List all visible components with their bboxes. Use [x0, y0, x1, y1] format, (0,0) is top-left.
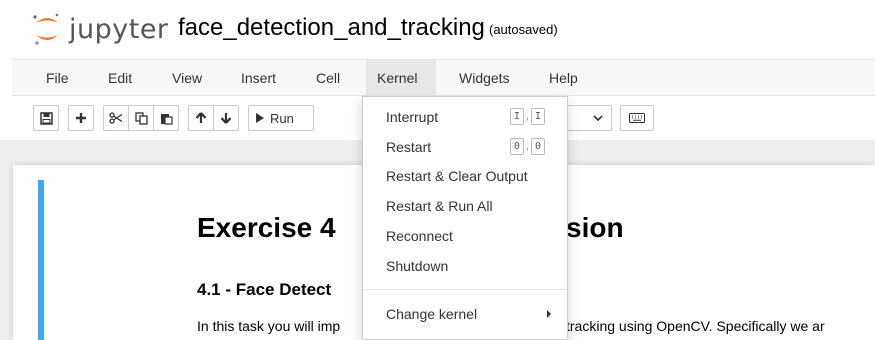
- logo-text: jupyter: [69, 13, 169, 45]
- copy-icon: [134, 111, 148, 125]
- jupyter-logo-icon: [33, 13, 59, 45]
- restart-label: Restart: [386, 139, 432, 155]
- shortcut-key: 0: [509, 138, 524, 155]
- chevron-down-icon: [593, 114, 603, 121]
- keyboard-icon: [629, 113, 645, 123]
- menu-item-change-kernel[interactable]: Change kernel: [363, 300, 567, 328]
- intro-paragraph: In this task you will imp: [197, 318, 341, 334]
- notebook-title[interactable]: face_detection_and_tracking: [178, 14, 485, 42]
- shortcut-key: 0: [530, 138, 545, 155]
- paste-button[interactable]: [153, 105, 179, 131]
- save-icon: [39, 111, 53, 125]
- shortcut-key: I: [530, 108, 545, 125]
- run-button[interactable]: Run: [248, 105, 314, 131]
- paste-icon: [160, 113, 173, 125]
- copy-button[interactable]: [128, 105, 154, 131]
- arrow-up-icon: [195, 112, 207, 123]
- menu-view[interactable]: View: [161, 60, 213, 96]
- save-button[interactable]: [33, 105, 59, 131]
- autosave-status: (autosaved): [489, 22, 558, 37]
- menu-cell[interactable]: Cell: [305, 60, 351, 96]
- menu-edit[interactable]: Edit: [97, 60, 143, 96]
- restart-shortcut: 0 , 0: [509, 138, 545, 155]
- heading-face-detection: 4.1 - Face Detect: [197, 280, 332, 299]
- move-down-button[interactable]: [213, 105, 239, 131]
- heading-exercise-tail: sion: [566, 212, 624, 243]
- run-label: Run: [270, 110, 294, 126]
- menu-item-interrupt[interactable]: Interrupt I , I: [363, 103, 567, 131]
- menu-kernel[interactable]: Kernel: [366, 60, 436, 96]
- menubar: File Edit View Insert Cell Kernel Widget…: [12, 59, 875, 96]
- interrupt-shortcut: I , I: [509, 108, 545, 125]
- caret-right-icon: [547, 310, 551, 318]
- shortcut-separator: ,: [525, 140, 529, 152]
- menu-item-reconnect[interactable]: Reconnect: [363, 222, 567, 250]
- interrupt-label: Interrupt: [386, 109, 439, 125]
- jupyter-logo[interactable]: jupyter: [32, 12, 169, 46]
- shortcut-separator: ,: [525, 110, 529, 122]
- change-kernel-label: Change kernel: [386, 306, 478, 322]
- menu-item-restart-run-all[interactable]: Restart & Run All: [363, 192, 567, 220]
- menu-file[interactable]: File: [35, 60, 80, 96]
- insert-cell-button[interactable]: [68, 105, 94, 131]
- run-icon: [256, 113, 264, 123]
- cell-type-select[interactable]: [568, 105, 612, 131]
- shortcut-key: I: [509, 108, 524, 125]
- arrow-down-icon: [220, 113, 232, 124]
- menu-item-restart[interactable]: Restart 0 , 0: [363, 133, 567, 161]
- kernel-dropdown-menu: Interrupt I , I Restart 0 , 0 Restart & …: [362, 96, 568, 340]
- plus-icon: [76, 113, 86, 123]
- menu-item-shutdown[interactable]: Shutdown: [363, 252, 567, 280]
- move-up-button[interactable]: [188, 105, 214, 131]
- intro-paragraph-tail: tracking using OpenCV. Specifically we a…: [566, 318, 825, 334]
- menu-item-restart-clear-output[interactable]: Restart & Clear Output: [363, 162, 567, 190]
- menu-divider: [363, 289, 567, 290]
- header: jupyter face_detection_and_tracking (aut…: [0, 0, 875, 56]
- heading-exercise: Exercise 4: [197, 212, 336, 243]
- command-palette-button[interactable]: [620, 105, 654, 131]
- menu-widgets[interactable]: Widgets: [448, 60, 521, 96]
- selected-cell-indicator: [38, 180, 44, 340]
- menu-help[interactable]: Help: [538, 60, 589, 96]
- scissors-icon: [109, 112, 123, 124]
- menu-insert[interactable]: Insert: [230, 60, 287, 96]
- cut-button[interactable]: [103, 105, 129, 131]
